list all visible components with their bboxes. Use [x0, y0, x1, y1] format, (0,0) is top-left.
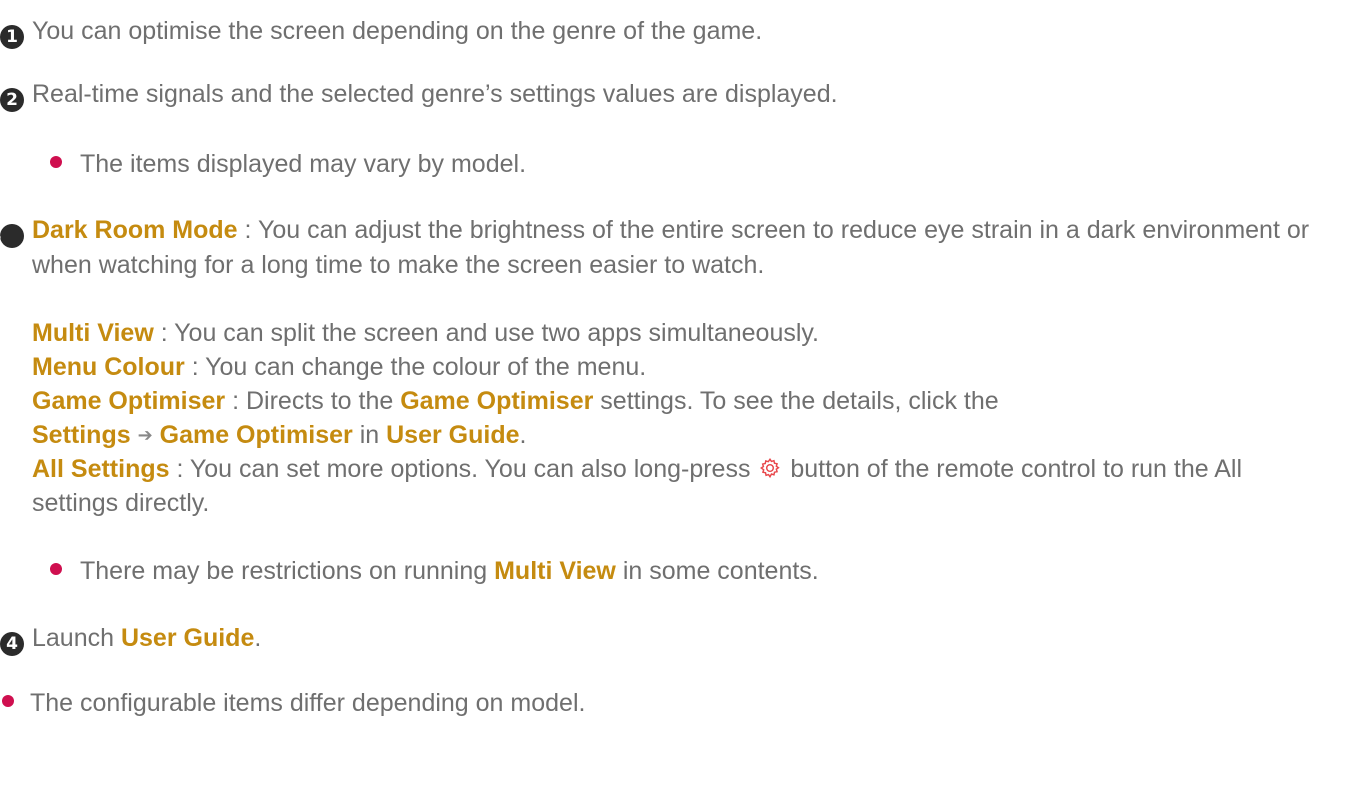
- menu-colour-desc: : You can change the colour of the menu.: [184, 353, 647, 381]
- item-4-before: Launch: [32, 624, 121, 652]
- bullet-dot-icon: [50, 156, 62, 168]
- bullet-dot-icon: [50, 563, 62, 575]
- item-4-end: .: [254, 624, 262, 652]
- gear-icon: [760, 458, 781, 479]
- item-2-text: Real-time signals and the selected genre…: [32, 80, 838, 108]
- item-4: 4 Launch User Guide.: [0, 621, 1363, 656]
- number-badge-4: 4: [0, 632, 24, 656]
- game-optimiser-term-3: Game Optimiser: [159, 421, 353, 449]
- number-badge-2: 2: [0, 88, 24, 112]
- game-optimiser-term-2: Game Optimiser: [400, 387, 594, 415]
- item-1: 1 You can optimise the screen depending o…: [0, 14, 1363, 49]
- all-settings-desc-1: : You can set more options. You can also…: [169, 455, 758, 483]
- game-optimiser-end: .: [519, 421, 527, 449]
- multi-view-entry: Multi View : You can split the screen an…: [0, 316, 1363, 350]
- number-badge-3: 3: [0, 224, 24, 248]
- number-badge-1: 1: [0, 25, 24, 49]
- multi-view-term-2: Multi View: [494, 557, 616, 585]
- footer-bullet-text: The configurable items differ depending …: [30, 689, 586, 717]
- user-guide-link[interactable]: User Guide: [121, 624, 254, 652]
- settings-term: Settings: [32, 421, 131, 449]
- menu-colour-term: Menu Colour: [32, 353, 185, 381]
- item-2: 2 Real-time signals and the selected genr…: [0, 77, 1363, 112]
- game-optimiser-entry: Game Optimiser : Directs to the Game Opt…: [0, 384, 1332, 453]
- arrow-right-icon: ➔: [137, 425, 153, 446]
- footer-bullet: The configurable items differ depending …: [0, 686, 1363, 720]
- item-3-bullet: There may be restrictions on running Mul…: [0, 554, 1363, 588]
- item-2-bullet-text: The items displayed may vary by model.: [80, 150, 527, 178]
- all-settings-entry: All Settings : You can set more options.…: [0, 452, 1332, 520]
- user-guide-term: User Guide: [386, 421, 520, 449]
- all-settings-term: All Settings: [32, 455, 170, 483]
- multi-view-term: Multi View: [32, 319, 154, 347]
- dark-room-mode-entry: 3Dark Room Mode : You can adjust the bri…: [0, 213, 1350, 282]
- game-optimiser-desc-2: settings. To see the details, click the: [593, 387, 999, 415]
- in-text: in: [352, 421, 387, 449]
- multi-view-desc: : You can split the screen and use two a…: [153, 319, 820, 347]
- menu-colour-entry: Menu Colour : You can change the colour …: [0, 350, 1363, 384]
- item-3-bullet-after: in some contents.: [615, 557, 819, 585]
- game-optimiser-desc-1: : Directs to the: [225, 387, 401, 415]
- item-2-bullet: The items displayed may vary by model.: [0, 147, 1363, 181]
- item-3-bullet-before: There may be restrictions on running: [80, 557, 495, 585]
- dark-room-mode-term: Dark Room Mode: [32, 216, 238, 244]
- game-optimiser-term: Game Optimiser: [32, 387, 226, 415]
- bullet-dot-icon: [2, 695, 14, 707]
- item-1-text: You can optimise the screen depending on…: [32, 17, 763, 45]
- item-3: 3Dark Room Mode : You can adjust the bri…: [0, 213, 1350, 282]
